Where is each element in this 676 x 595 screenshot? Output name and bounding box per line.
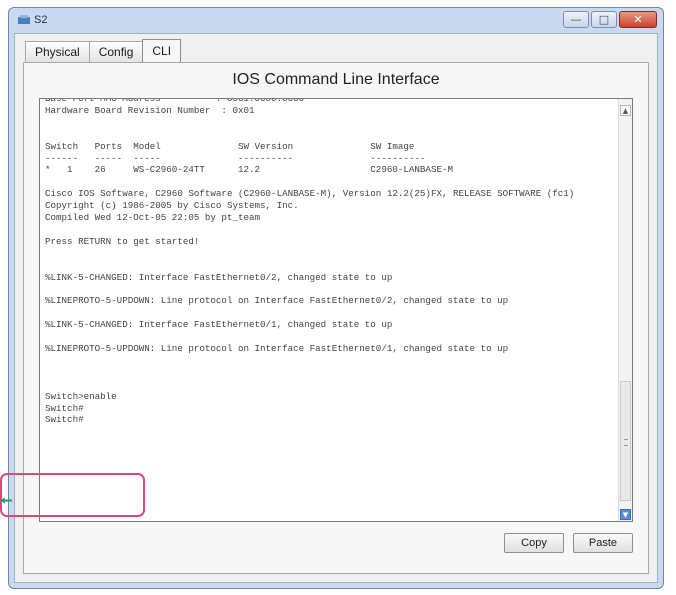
maximize-button[interactable]: □ xyxy=(591,11,617,28)
console-line: Hardware Board Revision Number : 0x01 xyxy=(45,104,255,116)
console-line: %LINK-5-CHANGED: Interface FastEthernet0… xyxy=(45,271,393,283)
minimize-button[interactable]: — xyxy=(563,11,589,28)
console-line: Switch>enable xyxy=(45,390,117,402)
console-line: %LINEPROTO-5-UPDOWN: Line protocol on In… xyxy=(45,343,509,355)
console-output[interactable]: Base Port MAC Address : 0001.0000.0000 Ha… xyxy=(45,98,615,521)
copy-button[interactable]: Copy xyxy=(504,533,564,553)
cli-panel: IOS Command Line Interface Base Port MAC… xyxy=(23,62,649,574)
tab-cli[interactable]: CLI xyxy=(142,39,182,62)
scrollbar-grip-icon xyxy=(624,439,628,446)
console-line: * 1 26 WS-C2960-24TT 12.2 C2960-LANBASE-… xyxy=(45,164,453,176)
app-icon xyxy=(18,15,30,24)
console-line: Switch# xyxy=(45,402,84,414)
console-line: Switch# xyxy=(45,414,84,426)
paste-button[interactable]: Paste xyxy=(573,533,633,553)
cursor-arrow-icon xyxy=(0,497,12,504)
console-line: Copyright (c) 1986-2005 by Cisco Systems… xyxy=(45,200,299,212)
tab-bar: Physical Config CLI xyxy=(25,39,182,62)
window-controls: — □ ✕ xyxy=(561,11,657,28)
console-line: ------ ----- ----- ---------- ---------- xyxy=(45,152,426,164)
console-line: Base Port MAC Address : 0001.0000.0000 xyxy=(45,98,305,104)
content-frame: Physical Config CLI IOS Command Line Int… xyxy=(14,33,658,583)
console-line: Switch Ports Model SW Version SW Image xyxy=(45,140,415,152)
console-line: Compiled Wed 12-Oct-05 22:05 by pt_team xyxy=(45,212,261,224)
close-button[interactable]: ✕ xyxy=(619,11,657,28)
console-line: Cisco IOS Software, C2960 Software (C296… xyxy=(45,188,575,200)
tab-config[interactable]: Config xyxy=(88,41,144,62)
app-window: S2 — □ ✕ Physical Config CLI IOS Command… xyxy=(8,7,664,589)
title-bar[interactable]: S2 — □ ✕ xyxy=(9,8,663,33)
cli-console[interactable]: Base Port MAC Address : 0001.0000.0000 Ha… xyxy=(39,98,633,522)
tab-physical[interactable]: Physical xyxy=(25,41,90,62)
scroll-down-arrow-icon[interactable]: ▼ xyxy=(620,509,631,520)
console-line: %LINK-5-CHANGED: Interface FastEthernet0… xyxy=(45,319,393,331)
window-title: S2 xyxy=(34,14,48,26)
scroll-up-arrow-icon[interactable]: ▲ xyxy=(620,105,631,116)
console-scrollbar[interactable]: ▲ ▼ xyxy=(618,99,632,521)
scrollbar-thumb[interactable] xyxy=(620,381,631,501)
console-line: Press RETURN to get started! xyxy=(45,235,200,247)
cli-title: IOS Command Line Interface xyxy=(232,71,440,88)
console-line: %LINEPROTO-5-UPDOWN: Line protocol on In… xyxy=(45,295,509,307)
